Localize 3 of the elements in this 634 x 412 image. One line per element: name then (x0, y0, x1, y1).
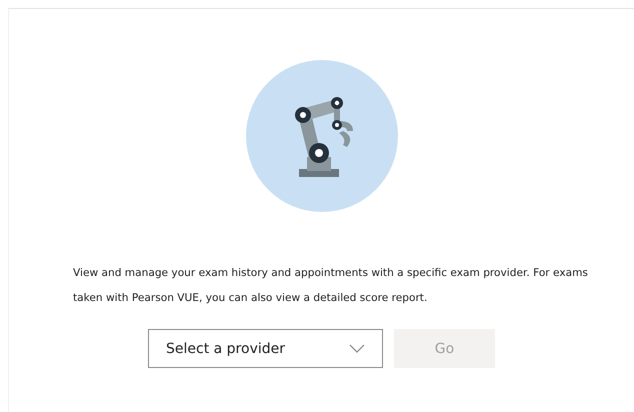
chevron-down-icon (349, 344, 365, 353)
provider-dropdown[interactable]: Select a provider (148, 329, 383, 368)
description-text: View and manage your exam history and appointments with a specific exam provider. For exams taken with Pearson VUE, you can also view a detailed score report. (72, 266, 589, 306)
